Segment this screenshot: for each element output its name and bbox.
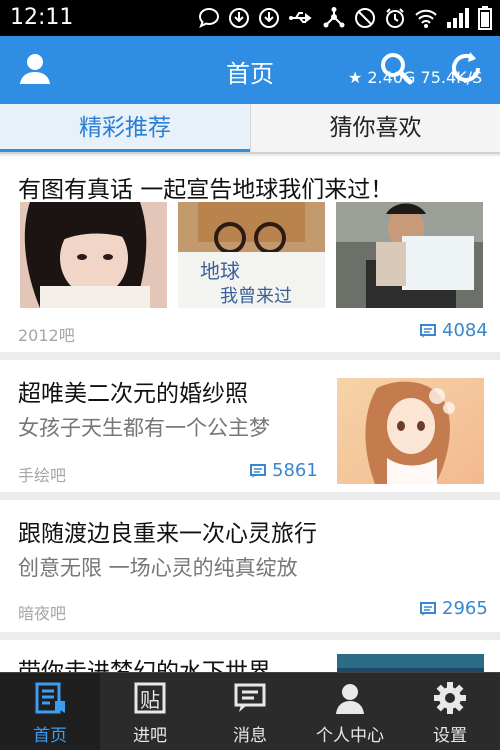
alarm-icon — [386, 8, 404, 28]
post-title: 超唯美二次元的婚纱照 — [18, 381, 248, 407]
feed-tabs: 精彩推荐 猜你喜欢 — [0, 104, 500, 154]
usb-icon — [289, 12, 312, 23]
reply-count: 2965 — [420, 598, 488, 619]
forum-name[interactable]: 2012吧 — [18, 322, 75, 346]
reply-count-value: 5861 — [272, 460, 318, 481]
nav-label: 消息 — [233, 726, 267, 746]
feed-card-2[interactable]: 超唯美二次元的婚纱照 女孩子天生都有一个公主梦 手绘吧 5861 — [0, 360, 500, 492]
tab-guess-you-like[interactable]: 猜你喜欢 — [250, 104, 500, 152]
nav-home[interactable]: 首页 — [0, 673, 100, 750]
chat-bubble-icon — [198, 7, 220, 28]
status-bar: 12:11 — [0, 0, 500, 36]
nav-personal-center[interactable]: 个人中心 — [300, 673, 400, 750]
bottom-navigation: 首页 贴 进吧 消息 个人中心 设置 — [0, 672, 500, 750]
nav-settings[interactable]: 设置 — [400, 673, 500, 750]
anime-bride-illustration — [337, 378, 484, 484]
sign-text-earth: 地球 — [200, 259, 240, 283]
svg-text:贴: 贴 — [140, 688, 160, 712]
message-icon — [234, 683, 266, 712]
photo-man-with-sign — [336, 202, 483, 308]
feed-card-1[interactable]: 有图有真话 一起宣告地球我们来过！ 地球 我曾来过 2012吧 4084 — [0, 156, 500, 352]
sign-text-was-here: 我曾来过 — [220, 286, 292, 307]
network-speed-overlay: ★ 2.40G 75.4K/S — [348, 68, 483, 87]
wifi-icon — [415, 9, 437, 28]
home-doc-icon — [35, 682, 65, 714]
post-thumbnail[interactable] — [337, 378, 484, 484]
post-subtitle: 女孩子天生都有一个公主梦 — [18, 416, 270, 440]
reply-count: 5861 — [250, 460, 318, 481]
post-title: 有图有真话 一起宣告地球我们来过！ — [18, 177, 394, 203]
post-image-3[interactable] — [336, 202, 483, 308]
signal-icon — [447, 8, 469, 28]
status-time: 12:11 — [10, 5, 74, 30]
download-icon-2 — [259, 8, 279, 28]
user-icon — [336, 684, 364, 714]
comment-icon — [420, 601, 436, 616]
battery-icon — [478, 6, 492, 30]
network-share-icon — [323, 7, 345, 28]
photo-girl-portrait — [20, 202, 167, 308]
post-image-2[interactable]: 地球 我曾来过 — [178, 202, 325, 308]
forum-name[interactable]: 手绘吧 — [18, 462, 66, 486]
nav-enter-forum[interactable]: 贴 进吧 — [100, 673, 200, 750]
post-thumbnail[interactable] — [337, 654, 484, 672]
feed-card-3[interactable]: 跟随渡边良重来一次心灵旅行 创意无限 一场心灵的纯真绽放 暗夜吧 2965 — [0, 500, 500, 632]
post-title: 跟随渡边良重来一次心灵旅行 — [18, 521, 317, 547]
post-image-1[interactable] — [20, 202, 167, 308]
reply-count-value: 4084 — [442, 320, 488, 341]
underwater-photo — [337, 654, 484, 672]
app-header: 首页 ★ 2.40G 75.4K/S — [0, 36, 500, 104]
comment-icon — [250, 463, 266, 478]
nav-label: 个人中心 — [316, 726, 384, 746]
comment-icon — [420, 323, 436, 338]
feed-list: 有图有真话 一起宣告地球我们来过！ 地球 我曾来过 2012吧 4084 超唯美… — [0, 156, 500, 672]
feed-card-4[interactable]: 带你走进梦幻的水下世界 — [0, 640, 500, 672]
forum-name[interactable]: 暗夜吧 — [18, 600, 66, 624]
post-title: 带你走进梦幻的水下世界 — [18, 659, 271, 672]
reply-count: 4084 — [420, 320, 488, 341]
download-icon — [229, 8, 249, 28]
forum-enter-icon: 贴 — [134, 682, 166, 714]
post-subtitle: 创意无限 一场心灵的纯真绽放 — [18, 556, 298, 580]
nav-label: 进吧 — [133, 726, 167, 746]
tab-recommended[interactable]: 精彩推荐 — [0, 104, 250, 152]
nav-label: 设置 — [433, 726, 467, 746]
photo-glasses-sign: 地球 我曾来过 — [178, 202, 325, 308]
nav-messages[interactable]: 消息 — [200, 673, 300, 750]
status-icons — [198, 6, 492, 30]
gear-icon — [434, 682, 466, 714]
reply-count-value: 2965 — [442, 598, 488, 619]
phone-mute-icon — [355, 8, 375, 28]
app-screen: 12:11 首页 ★ 2.40G 75.4K/S 精彩推荐 猜你喜欢 有图有真话… — [0, 0, 500, 750]
nav-label: 首页 — [33, 726, 67, 746]
